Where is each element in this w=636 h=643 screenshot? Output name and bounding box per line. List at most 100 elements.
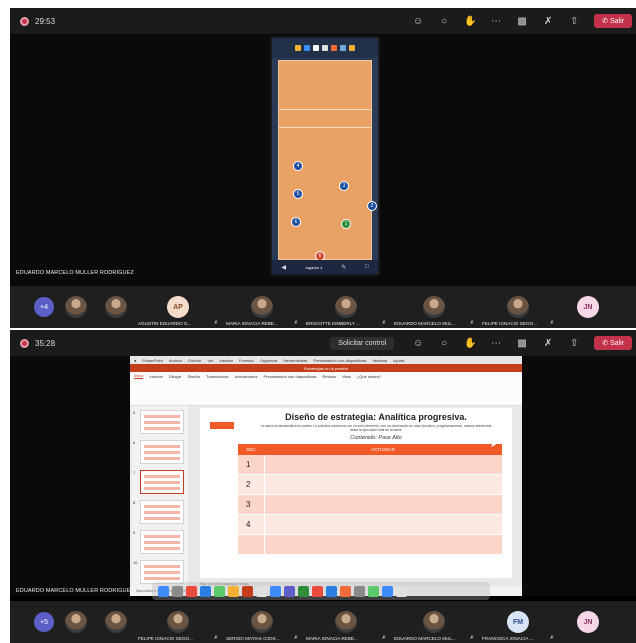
people-icon[interactable]: ☺ [412, 16, 424, 27]
share-icon[interactable]: ⇧ [568, 16, 580, 27]
ribbon-tab[interactable]: Animaciones [235, 374, 258, 379]
participant-tile[interactable] [54, 286, 98, 328]
request-control-button[interactable]: Solicitar control [330, 336, 395, 350]
ribbon-tab[interactable]: Transiciones [206, 374, 229, 379]
chat-icon[interactable]: ○ [438, 338, 450, 349]
slide-thumbnail[interactable] [140, 530, 184, 554]
mac-menu-item[interactable]: Archivo [169, 358, 182, 363]
participant-tile[interactable]: SERGIO MATIAS OJOS... ✗ [222, 601, 302, 643]
participant-tile[interactable]: BRIGGITTE KIMBERLY ... ✗ [302, 286, 390, 328]
participant-tile[interactable]: FELIPE IGNACIO SEGO... ✗ [134, 601, 222, 643]
dock-app-icon[interactable] [298, 585, 309, 597]
participant-tile[interactable]: JN [558, 601, 618, 643]
camera-off-icon[interactable]: ▩ [516, 16, 528, 27]
app-icon[interactable] [340, 45, 346, 51]
camera-off-icon[interactable]: ▩ [516, 338, 528, 349]
reactions-icon[interactable]: ✋ [464, 16, 476, 27]
dock-app-icon[interactable] [270, 585, 281, 597]
table-row[interactable] [238, 535, 502, 555]
participant-tile[interactable]: FELIPE IGNACIO SEGO... ✗ [478, 286, 558, 328]
dock-app-icon[interactable] [186, 585, 197, 597]
people-icon[interactable]: ☺ [412, 338, 424, 349]
dock-app-icon[interactable] [354, 585, 365, 597]
app-icon[interactable] [295, 45, 301, 51]
dock-app-icon[interactable] [256, 585, 267, 597]
leave-button[interactable]: ✆ Salir [594, 14, 632, 28]
dock-app-icon[interactable] [368, 585, 379, 597]
ribbon-tab[interactable]: Presentación con diapositivas [263, 374, 316, 379]
mac-menu-item[interactable]: Insertar [219, 358, 233, 363]
slide-thumbnail[interactable] [140, 440, 184, 464]
ribbon-tab[interactable]: ¿Qué desea? [357, 374, 381, 379]
app-icon[interactable] [313, 45, 319, 51]
trash-icon[interactable]: □ [365, 264, 369, 270]
player-marker[interactable]: 1 [341, 219, 351, 229]
participant-tile[interactable]: AP AGUSTIN EDUARDO G... ✗ [134, 286, 222, 328]
dock-app-icon[interactable] [340, 585, 351, 597]
mac-menu-item[interactable]: Edición [188, 358, 201, 363]
more-icon[interactable]: ⋯ [490, 16, 502, 27]
dock-app-icon[interactable] [382, 585, 393, 597]
mac-menu-item[interactable]: PowerPoint [142, 358, 162, 363]
slide-thumbnail[interactable] [140, 410, 184, 434]
ribbon-tab[interactable]: Revisar [322, 374, 336, 379]
share-icon[interactable]: ⇧ [568, 338, 580, 349]
player-marker[interactable]: 6 [291, 217, 301, 227]
leave-button[interactable]: ✆ Salir [594, 336, 632, 350]
more-icon[interactable]: ⋯ [490, 338, 502, 349]
dock-app-icon[interactable] [172, 585, 183, 597]
more-participants-badge[interactable]: +4 [34, 297, 54, 317]
participant-tile[interactable]: MARIA IGNACIA REBE... ✗ [302, 601, 390, 643]
table-row[interactable]: 4 [238, 515, 502, 535]
dock-app-icon[interactable] [200, 585, 211, 597]
participant-tile[interactable]: MARIA IGNACIA REBE... ✗ [222, 286, 302, 328]
ribbon-tab[interactable]: Inicio [134, 373, 144, 379]
dock-app-icon[interactable] [396, 585, 407, 597]
ribbon-tab[interactable]: Diseño [188, 374, 200, 379]
player-marker[interactable]: 4 [293, 161, 303, 171]
pen-icon[interactable]: ✎ [341, 264, 346, 271]
slide-thumbnail[interactable] [140, 470, 184, 494]
table-row[interactable]: 3 [238, 495, 502, 515]
dock-app-icon[interactable] [158, 585, 169, 597]
mac-menu-item[interactable]: Ventana [372, 358, 387, 363]
apple-icon[interactable]: ● [134, 358, 136, 363]
chat-icon[interactable]: ○ [438, 16, 450, 27]
participant-tile[interactable]: EDUARDO MARCELO MUL... ✗ [390, 286, 478, 328]
player-marker[interactable]: 2 [367, 201, 377, 211]
mac-menu-item[interactable]: Organizar [260, 358, 278, 363]
app-icon[interactable] [349, 45, 355, 51]
dock-app-icon[interactable] [228, 585, 239, 597]
mac-menu-item[interactable]: Ayuda [393, 358, 404, 363]
dock-app-icon[interactable] [284, 585, 295, 597]
mac-menu-item[interactable]: Ver [207, 358, 213, 363]
player-marker[interactable]: 5 [293, 189, 303, 199]
ribbon-tab[interactable]: Vista [342, 374, 351, 379]
app-icon[interactable] [322, 45, 328, 51]
participant-tile[interactable]: JN [558, 286, 618, 328]
dock-app-icon[interactable] [242, 585, 253, 597]
dock-app-icon[interactable] [312, 585, 323, 597]
reactions-icon[interactable]: ✋ [464, 338, 476, 349]
ribbon-tab[interactable]: Insertar [149, 374, 163, 379]
player-marker[interactable]: 3 [339, 181, 349, 191]
app-icon[interactable] [304, 45, 310, 51]
participant-tile[interactable] [54, 601, 98, 643]
mic-off-icon[interactable]: ✗ [542, 338, 554, 349]
slide-thumbnail[interactable] [140, 560, 184, 584]
table-row[interactable]: 2 [238, 475, 502, 495]
mac-menu-item[interactable]: Presentación con diapositivas [313, 358, 366, 363]
table-row[interactable]: 1 [238, 455, 502, 475]
ribbon-tab[interactable]: Dibujar [169, 374, 182, 379]
dock-app-icon[interactable] [214, 585, 225, 597]
back-icon[interactable]: ◀ [281, 264, 286, 271]
participant-tile[interactable] [98, 286, 134, 328]
mic-off-icon[interactable]: ✗ [542, 16, 554, 27]
slide-thumbnail[interactable] [140, 500, 184, 524]
dock-app-icon[interactable] [326, 585, 337, 597]
participant-tile[interactable]: FM FRANCISCA IGNACIA ... ✗ [478, 601, 558, 643]
mac-menu-item[interactable]: Formato [239, 358, 254, 363]
app-icon[interactable] [331, 45, 337, 51]
participant-tile[interactable] [98, 601, 134, 643]
participant-tile[interactable]: EDUARDO MARCELO MUL... ✗ [390, 601, 478, 643]
